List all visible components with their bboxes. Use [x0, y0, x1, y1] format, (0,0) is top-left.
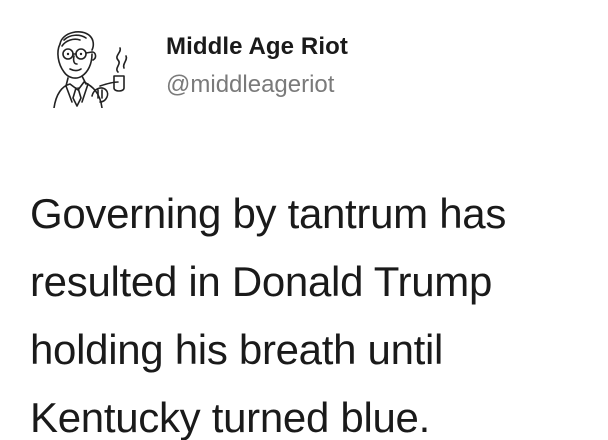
user-handle[interactable]: @middleageriot — [166, 70, 348, 100]
tweet-card: Middle Age Riot @middleageriot Governing… — [0, 0, 608, 440]
tweet-text: Governing by tantrum has resulted in Don… — [30, 180, 600, 440]
display-name[interactable]: Middle Age Riot — [166, 32, 348, 62]
tweet-header: Middle Age Riot @middleageriot — [40, 24, 580, 114]
tweet-text-line: resulted in Donald Trump — [30, 258, 493, 305]
avatar[interactable] — [40, 24, 136, 108]
author-names: Middle Age Riot @middleageriot — [166, 32, 348, 100]
man-with-pipe-icon — [53, 31, 128, 108]
tweet-text-line: Governing by tantrum has — [30, 190, 507, 237]
tweet-text-line: Kentucky turned blue. — [30, 394, 430, 440]
tweet-text-line: holding his breath until — [30, 326, 444, 373]
